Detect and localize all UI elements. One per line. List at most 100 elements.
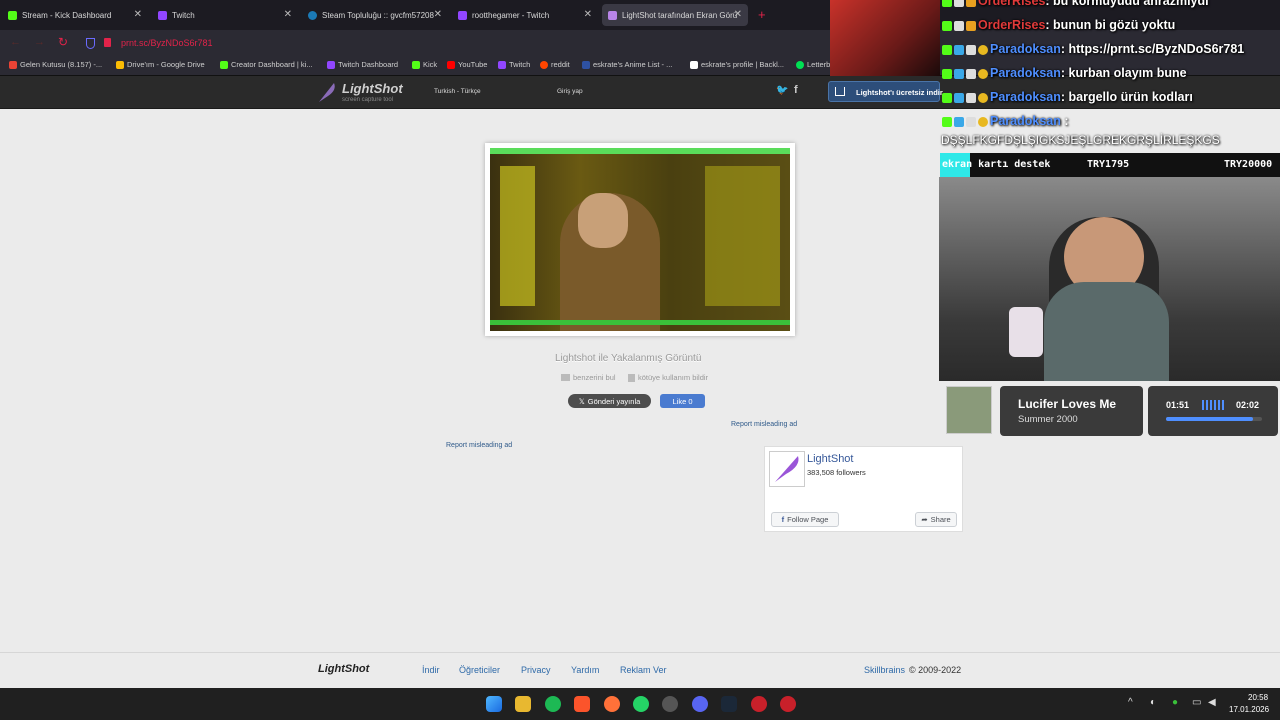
system-tray-icon[interactable]: ◐ [1150, 697, 1156, 708]
share-button[interactable]: ➦ Share [915, 512, 957, 527]
footer-link-tutorials[interactable]: Öğreticiler [459, 665, 500, 675]
lightshot-logo[interactable]: LightShot [342, 81, 403, 96]
tab-twitch[interactable]: Twitch ✕ [152, 4, 298, 26]
progress-fill [1166, 417, 1254, 421]
brave-icon[interactable] [574, 696, 590, 712]
network-icon[interactable]: ▭ [1192, 697, 1201, 708]
bookmark-twitch[interactable]: Twitch [498, 60, 530, 69]
tab-rootthegamer[interactable]: rootthegamer - Twitch ✕ [452, 4, 598, 26]
spotify-icon[interactable] [545, 696, 561, 712]
login-link[interactable]: Giriş yap [557, 88, 583, 95]
chat-message: OrderRises: bu kormuyudu ahrazmiydi [942, 0, 1209, 8]
footer-logo[interactable]: LightShot [318, 663, 369, 675]
anime-character-art [830, 0, 940, 76]
clock-time[interactable]: 20:58 [1248, 693, 1268, 702]
goal-current: TRY1795 [1087, 159, 1130, 170]
user-badge-icon [966, 44, 976, 55]
discord-icon[interactable] [692, 696, 708, 712]
playback-progress-card: 01:51 02:02 [1148, 386, 1278, 436]
forward-icon[interactable]: → [34, 36, 45, 48]
tweet-button[interactable]: 𝕏 Gönderi yayınla [568, 394, 651, 408]
fb-followers: 383,508 followers [807, 468, 866, 477]
twitter-icon[interactable]: 🐦 [776, 85, 788, 96]
kick-icon [8, 10, 17, 20]
steam-icon[interactable] [721, 696, 737, 712]
gift-badge-icon [978, 116, 988, 127]
song-artist: Summer 2000 [1018, 414, 1078, 425]
overlay-bar [490, 148, 790, 154]
mal-icon [582, 60, 590, 69]
fb-page-name[interactable]: LightShot [807, 453, 853, 465]
chatgpt-icon[interactable] [662, 696, 678, 712]
bookmark-creator-dashboard[interactable]: Creator Dashboard | ki... [220, 60, 313, 69]
shield-icon[interactable] [86, 38, 95, 49]
bookmark-anime-list[interactable]: eskrate's Anime List - ... [582, 60, 672, 69]
close-icon[interactable]: ✕ [284, 9, 292, 20]
windows-taskbar: ^ ◐ ● ▭ ◀ 20:58 17.01.2026 [0, 688, 1280, 720]
facebook-page-widget: LightShot 383,508 followers f Follow Page… [764, 446, 963, 532]
back-icon[interactable]: ← [10, 36, 21, 48]
x-icon: 𝕏 [578, 396, 585, 406]
bookmark-youtube[interactable]: YouTube [447, 60, 487, 69]
like-button[interactable]: Like 0 [660, 394, 705, 408]
skillbrains-link[interactable]: Skillbrains [864, 665, 905, 675]
screenshot-frame[interactable] [485, 143, 795, 336]
twitch-icon [158, 10, 167, 20]
bookmark-twitch-dashboard[interactable]: Twitch Dashboard [327, 60, 398, 69]
reload-icon[interactable]: ↻ [58, 35, 68, 49]
goal-target: TRY20000 [1224, 159, 1273, 170]
firefox-icon[interactable] [604, 696, 620, 712]
total-time: 02:02 [1236, 400, 1260, 410]
streamer-body [1044, 282, 1169, 381]
user-badge-icon [954, 20, 964, 31]
language-selector[interactable]: Turkish - Türkçe [434, 88, 481, 95]
report-ad-link-right[interactable]: Report misleading ad [731, 421, 797, 428]
tab-lightshot[interactable]: LightShot tarafından Ekran Görü ✕ [602, 4, 748, 26]
obs-second-icon[interactable] [780, 696, 796, 712]
kick-icon [220, 60, 228, 69]
close-icon[interactable]: ✕ [584, 9, 592, 20]
copyright: © 2009-2022 [909, 665, 962, 675]
lightshot-page-avatar[interactable] [769, 451, 805, 487]
bookmark-backloggd[interactable]: eskrate's profile | Backl... [690, 60, 784, 69]
tab-steam[interactable]: Steam Topluluğu :: gvcfm57208 ✕ [302, 4, 448, 26]
screenshot-image [490, 148, 790, 331]
obs-icon[interactable] [751, 696, 767, 712]
clock-date[interactable]: 17.01.2026 [1229, 705, 1269, 714]
file-explorer-icon[interactable] [515, 696, 531, 712]
start-icon[interactable] [486, 696, 502, 712]
footer-link-help[interactable]: Yardım [571, 665, 599, 675]
chevron-up-icon[interactable]: ^ [1128, 697, 1133, 708]
chat-message: Paradoksan: kurban olayım bune [942, 66, 1187, 80]
tab-kick-dashboard[interactable]: Stream - Kick Dashboard ✕ [2, 4, 148, 26]
close-icon[interactable]: ✕ [734, 9, 742, 20]
kick-badge-icon [942, 92, 952, 103]
bookmark-reddit[interactable]: reddit [540, 60, 570, 69]
bookmark-gmail[interactable]: Gelen Kutusu (8.157) -... [9, 60, 102, 69]
facebook-icon[interactable]: f [794, 84, 798, 96]
steam-icon [308, 10, 317, 20]
bookmark-drive[interactable]: Drive'ım - Google Drive [116, 60, 205, 69]
whatsapp-icon[interactable] [633, 696, 649, 712]
microphone-icon[interactable]: ● [1172, 697, 1178, 708]
footer-link-download[interactable]: İndir [422, 665, 440, 675]
close-icon[interactable]: ✕ [134, 9, 142, 20]
close-icon[interactable]: ✕ [434, 9, 442, 20]
footer-link-advertise[interactable]: Reklam Ver [620, 665, 667, 675]
backloggd-icon [690, 60, 698, 69]
stream-chat-overlay: OrderRises: bu kormuyudu ahrazmiydi Orde… [938, 0, 1280, 150]
report-abuse-link[interactable]: kötüye kullanım bildir [628, 373, 708, 382]
find-similar-link[interactable]: benzerini bul [561, 373, 616, 382]
url-field[interactable]: prnt.sc/ByzNDoS6r781 [121, 38, 213, 48]
volume-icon[interactable]: ◀ [1208, 697, 1216, 708]
download-button[interactable]: Lightshot'ı ücretsiz indir [828, 81, 943, 102]
follow-page-button[interactable]: f Follow Page [771, 512, 839, 527]
footer-link-privacy[interactable]: Privacy [521, 665, 551, 675]
bookmark-kick[interactable]: Kick [412, 60, 437, 69]
download-icon [835, 87, 845, 96]
new-tab-icon[interactable]: + [758, 7, 766, 22]
report-ad-link-left[interactable]: Report misleading ad [446, 442, 512, 449]
feather-logo-icon[interactable] [316, 80, 338, 104]
kick-badge-icon [942, 116, 952, 127]
lock-icon[interactable] [104, 38, 111, 47]
